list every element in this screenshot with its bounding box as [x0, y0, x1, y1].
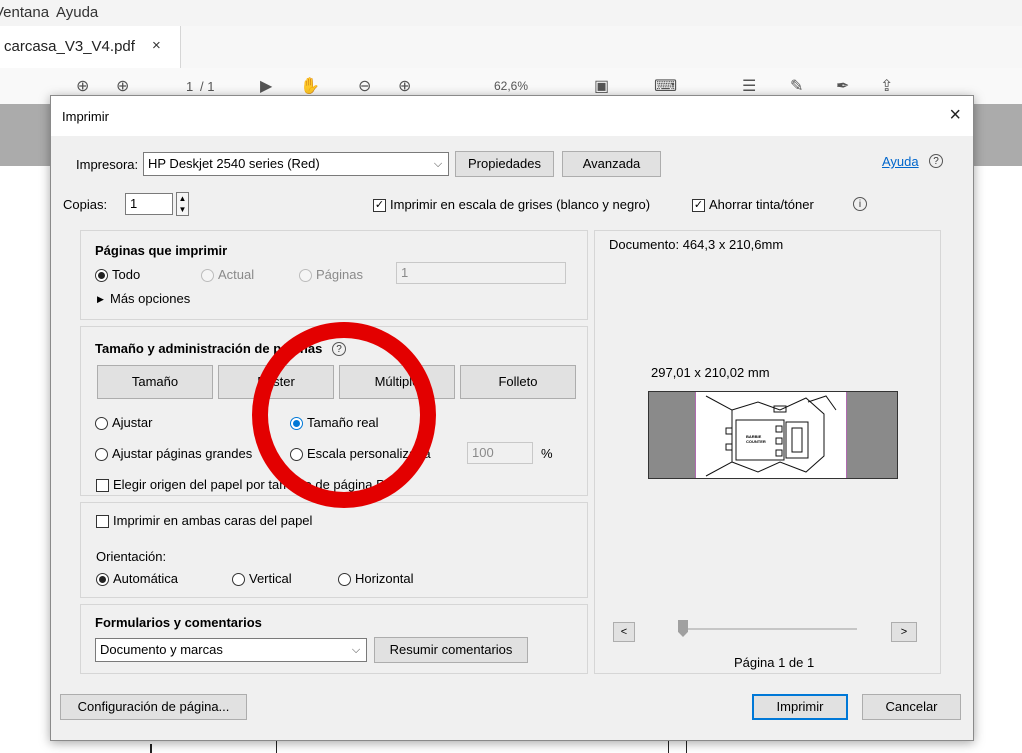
copies-spinner[interactable]: ▲ ▼: [176, 192, 189, 216]
forms-comments-value: Documento y marcas: [100, 642, 223, 657]
zoom-out-icon[interactable]: ⊖: [358, 76, 371, 96]
orientation-portrait-radio[interactable]: [232, 573, 245, 586]
fit-page-icon[interactable]: ▣: [594, 76, 609, 96]
properties-button[interactable]: Propiedades: [455, 151, 554, 177]
sign-icon[interactable]: ✒: [836, 76, 849, 96]
dialog-title: Imprimir: [62, 109, 109, 124]
tab-bar: carcasa_V3_V4.pdf ×: [0, 26, 1022, 69]
summarize-comments-button[interactable]: Resumir comentarios: [374, 637, 528, 663]
pages-current-label: Actual: [218, 267, 255, 282]
shrink-radio[interactable]: [95, 448, 108, 461]
document-size-label: Documento: 464,3 x 210,6mm: [609, 237, 784, 252]
orientation-title: Orientación:: [96, 549, 167, 564]
duplex-label: Imprimir en ambas caras del papel: [113, 513, 313, 528]
print-dialog: Imprimir × Impresora: HP Deskjet 2540 se…: [50, 95, 974, 741]
previous-page-icon[interactable]: ⊕: [76, 76, 89, 96]
pages-current-radio[interactable]: [201, 269, 214, 282]
fit-label: Ajustar: [112, 415, 153, 430]
booklet-button[interactable]: Folleto: [460, 365, 576, 399]
save-ink-checkbox[interactable]: ✓: [692, 199, 705, 212]
chevron-down-icon: ⌵: [433, 158, 443, 170]
advanced-button[interactable]: Avanzada: [562, 151, 661, 177]
chevron-down-icon: ⌵: [351, 644, 361, 656]
preview-next-button[interactable]: >: [891, 622, 917, 642]
preview-prev-button[interactable]: <: [613, 622, 635, 642]
preview-slider-thumb[interactable]: [678, 620, 688, 637]
page-count-label: Página 1 de 1: [734, 655, 815, 670]
expand-triangle-icon[interactable]: ▶: [97, 294, 104, 305]
zoom-in-icon[interactable]: ⊕: [398, 76, 411, 96]
close-tab-icon[interactable]: ×: [152, 37, 161, 54]
orientation-landscape-radio[interactable]: [338, 573, 351, 586]
preview-drawing: [705, 395, 837, 477]
keyboard-icon[interactable]: ⌨: [654, 76, 677, 96]
pages-panel: Páginas que imprimir Todo Actual Páginas…: [80, 230, 588, 320]
menu-item-window[interactable]: Ventana: [0, 4, 49, 21]
duplex-checkbox[interactable]: [96, 515, 109, 528]
percent-label: %: [541, 446, 553, 461]
size-button[interactable]: Tamaño: [97, 365, 213, 399]
printer-select[interactable]: HP Deskjet 2540 series (Red) ⌵: [143, 152, 449, 176]
save-ink-label: Ahorrar tinta/tóner: [709, 197, 814, 212]
dialog-titlebar: Imprimir ×: [51, 96, 973, 136]
printer-select-value: HP Deskjet 2540 series (Red): [148, 156, 320, 171]
preview-sheet: BARBIE COUNTER: [695, 392, 847, 478]
pages-all-label: Todo: [112, 267, 141, 282]
paper-size-label: 297,01 x 210,02 mm: [651, 365, 770, 380]
info-icon[interactable]: i: [853, 197, 867, 211]
orientation-panel: Imprimir en ambas caras del papel Orient…: [80, 502, 588, 598]
menu-item-help[interactable]: Ayuda: [56, 4, 98, 21]
hand-tool-icon[interactable]: ✋: [300, 76, 320, 96]
copies-input[interactable]: 1: [125, 193, 173, 215]
forms-comments-select[interactable]: Documento y marcas ⌵: [95, 638, 367, 662]
copies-label: Copias:: [63, 197, 108, 212]
forms-comments-panel: Formularios y comentarios Documento y ma…: [80, 604, 588, 674]
grayscale-checkbox[interactable]: ✓: [373, 199, 386, 212]
preview-text: BARBIE COUNTER: [746, 434, 766, 444]
preview-slider-track[interactable]: [679, 628, 857, 630]
page-total: / 1: [200, 79, 215, 94]
menu-bar: Ventana Ayuda: [0, 0, 1022, 27]
close-icon[interactable]: ×: [949, 104, 961, 127]
help-icon[interactable]: ?: [929, 154, 943, 168]
forms-comments-title: Formularios y comentarios: [95, 615, 262, 630]
orientation-auto-label: Automática: [113, 571, 179, 586]
share-icon[interactable]: ⇪: [880, 76, 893, 96]
scale-input[interactable]: 100: [467, 442, 533, 464]
more-options-link[interactable]: Más opciones: [110, 291, 190, 306]
orientation-portrait-label: Vertical: [249, 571, 292, 586]
pen-icon[interactable]: ✎: [790, 76, 803, 96]
choose-paper-source-checkbox[interactable]: [96, 479, 109, 492]
grayscale-label: Imprimir en escala de grises (blanco y n…: [390, 197, 651, 212]
pages-all-radio[interactable]: [95, 269, 108, 282]
pages-title: Páginas que imprimir: [95, 243, 228, 258]
document-tab[interactable]: carcasa_V3_V4.pdf ×: [0, 26, 181, 68]
zoom-level[interactable]: 62,6%: [494, 79, 528, 93]
drawing-line: [150, 744, 152, 753]
comment-icon[interactable]: ☰: [742, 76, 756, 96]
fit-radio[interactable]: [95, 417, 108, 430]
page-number[interactable]: 1: [186, 79, 193, 94]
help-link[interactable]: Ayuda: [882, 154, 919, 169]
annotation-circle: [252, 322, 436, 508]
pages-range-label: Páginas: [316, 267, 363, 282]
preview-panel: Documento: 464,3 x 210,6mm 297,01 x 210,…: [594, 230, 941, 674]
next-page-icon[interactable]: ⊕: [116, 76, 129, 96]
orientation-auto-radio[interactable]: [96, 573, 109, 586]
print-button[interactable]: Imprimir: [752, 694, 848, 720]
shrink-label: Ajustar páginas grandes: [112, 446, 253, 461]
page-setup-button[interactable]: Configuración de página...: [60, 694, 247, 720]
printer-label: Impresora:: [76, 157, 139, 172]
preview-page: BARBIE COUNTER: [648, 391, 898, 479]
pages-range-input[interactable]: 1: [396, 262, 566, 284]
orientation-landscape-label: Horizontal: [355, 571, 414, 586]
cancel-button[interactable]: Cancelar: [862, 694, 961, 720]
select-arrow-icon[interactable]: ▶: [260, 76, 272, 96]
pages-range-radio[interactable]: [299, 269, 312, 282]
document-tab-name: carcasa_V3_V4.pdf: [4, 38, 135, 55]
